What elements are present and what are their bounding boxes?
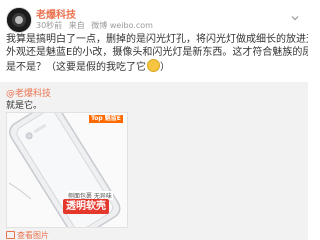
smile-emoji-icon: [147, 59, 160, 72]
view-picture-link[interactable]: 查看图片: [6, 230, 49, 240]
author-name[interactable]: 老爆科技: [36, 6, 76, 21]
chevron-down-icon[interactable]: [290, 8, 300, 21]
post-time[interactable]: 30秒前: [36, 21, 62, 30]
repost-text: 就是它。: [6, 101, 43, 111]
picture-icon: [6, 231, 15, 239]
promo-caption-main: 透明软壳: [63, 199, 109, 214]
post-text: 我算是搞明白了一点，删掉的是闪光灯孔，将闪光灯做成细长的放进天线里面。 外观还是…: [6, 33, 308, 74]
post-text-line: 外观还是魅蓝E的小改，摄像头和闪光灯是新东西。这才符合魅族的尿性，你们说: [6, 47, 308, 58]
post-text-line: 是不是？（这要是假的我吃了它 ）: [6, 59, 302, 74]
weibo-post: 老爆科技 30秒前 来自 微博 weibo.com 我算是搞明白了一点，删掉的是…: [0, 0, 308, 240]
post-text-line-content: 是不是？（这要是假的我吃了它: [6, 62, 146, 73]
source-prefix: 来自: [68, 21, 85, 30]
post-text-close-paren: ）: [160, 62, 170, 73]
post-text-line: 我算是搞明白了一点，删掉的是闪光灯孔，将闪光灯做成细长的放进天线里面。: [6, 34, 308, 45]
post-meta: 30秒前 来自 微博 weibo.com: [36, 20, 157, 31]
post-source[interactable]: 微博 weibo.com: [91, 21, 153, 30]
view-picture-label: 查看图片: [17, 231, 49, 240]
repost-block: @老爆科技 就是它。 Top 魅蓝E 侧面包裹 无异味 透明软壳 查看图片: [0, 82, 308, 240]
repost-image[interactable]: Top 魅蓝E 侧面包裹 无异味 透明软壳: [6, 112, 128, 228]
product-badge: Top 魅蓝E: [89, 115, 123, 123]
avatar-icon[interactable]: [6, 7, 32, 33]
